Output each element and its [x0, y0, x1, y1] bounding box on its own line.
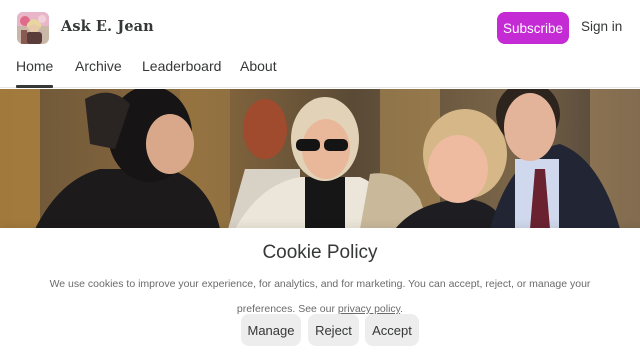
hero-photo [0, 89, 640, 229]
nav-item-home[interactable]: Home [16, 58, 54, 88]
nav-item-archive[interactable]: Archive [75, 58, 122, 74]
cookie-title: Cookie Policy [262, 242, 378, 263]
site-title[interactable]: Ask E. Jean [61, 18, 154, 35]
nav-item-about[interactable]: About [240, 58, 277, 74]
signin-link[interactable]: Sign in [581, 19, 622, 34]
cookie-buttons: Manage Reject Accept [0, 314, 640, 346]
site-logo[interactable] [17, 12, 49, 44]
manage-button[interactable]: Manage [241, 314, 301, 346]
cookie-banner: Cookie Policy We use cookies to improve … [0, 228, 640, 360]
subscribe-button[interactable]: Subscribe [497, 12, 569, 44]
accept-button[interactable]: Accept [365, 314, 419, 346]
site-header: Ask E. Jean Subscribe Sign in Home Archi… [0, 0, 640, 88]
nav-item-leaderboard[interactable]: Leaderboard [142, 58, 221, 74]
reject-button[interactable]: Reject [308, 314, 359, 346]
cookie-text: We use cookies to improve your experienc… [49, 278, 591, 315]
